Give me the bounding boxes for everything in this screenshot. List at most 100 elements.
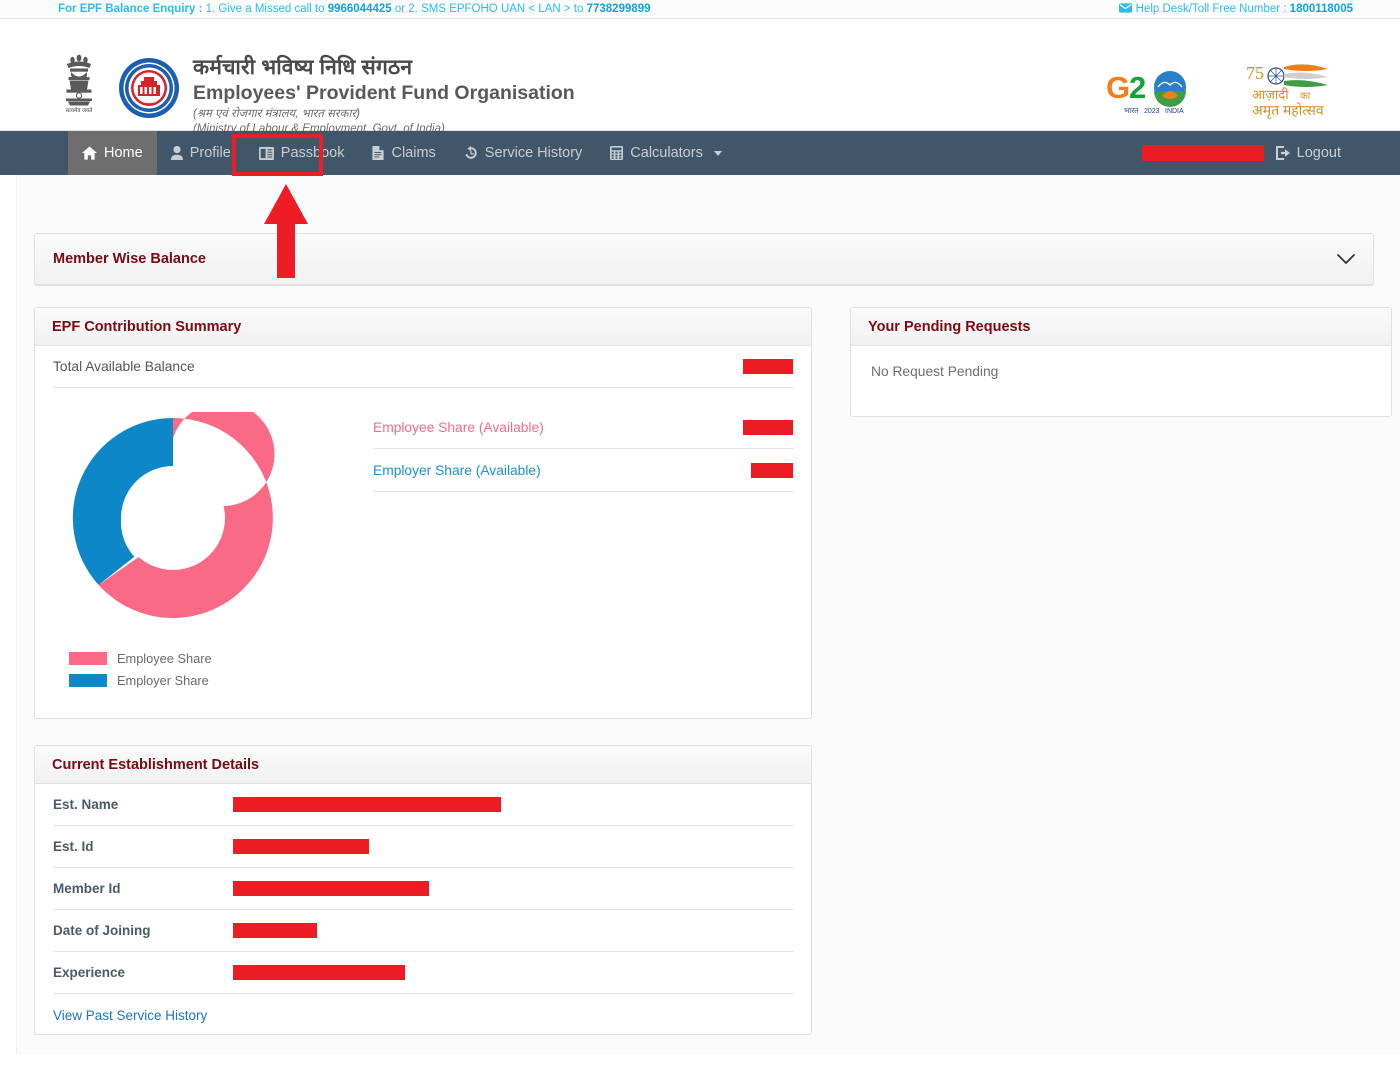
table-row: Member Id: [53, 868, 793, 910]
legend-swatch-employee-share: [69, 652, 107, 665]
employer-share-label: Employer Share (Available): [373, 463, 541, 478]
enquiry-step-1: 1. Give a Missed call to: [206, 3, 328, 15]
establishment-value-member-id-redacted: [233, 881, 429, 896]
nav-item-claims[interactable]: Claims: [358, 131, 449, 175]
svg-text:75: 75: [1246, 63, 1264, 83]
passbook-icon: [259, 147, 274, 160]
history-icon: [464, 146, 478, 160]
table-row: Date of Joining: [53, 910, 793, 952]
donut-hole: [121, 466, 225, 570]
nav-label-passbook: Passbook: [281, 145, 345, 161]
help-desk-number: 1800118005: [1290, 3, 1353, 15]
establishment-header: Current Establishment Details: [35, 746, 811, 784]
establishment-key-est-id: Est. Id: [53, 839, 233, 854]
document-icon: [372, 146, 384, 160]
national-emblem-icon: सत्यमेव जयते: [58, 49, 100, 115]
nav-item-service-history[interactable]: Service History: [450, 131, 597, 175]
establishment-body: Est. Name Est. Id Member Id Date of Join…: [35, 784, 811, 1023]
employer-share-value-redacted: [751, 463, 793, 478]
g20-logo-icon: G 2 भारत 2023 INDIA: [1104, 66, 1196, 118]
table-row: Est. Name: [53, 784, 793, 826]
username-redacted: [1142, 145, 1264, 161]
site-masthead: सत्यमेव जयते भारत: [0, 19, 1400, 131]
org-title-english: Employees' Provident Fund Organisation: [193, 81, 575, 105]
nav-item-home[interactable]: Home: [68, 131, 157, 175]
epf-contribution-summary-panel: EPF Contribution Summary Total Available…: [34, 307, 812, 719]
pending-requests-header: Your Pending Requests: [851, 308, 1391, 346]
nav-right-section: Logout: [1142, 131, 1353, 175]
home-icon: [82, 146, 97, 160]
page-content: Member Wise Balance EPF Contribution Sum…: [16, 175, 1400, 1054]
employee-share-row: Employee Share (Available): [373, 406, 793, 449]
svg-text:INDIA: INDIA: [1165, 108, 1184, 115]
logout-button[interactable]: Logout: [1264, 131, 1353, 175]
nav-item-calculators[interactable]: Calculators: [596, 131, 736, 175]
total-available-balance-row: Total Available Balance: [53, 346, 793, 388]
establishment-key-est-name: Est. Name: [53, 797, 233, 812]
nav-item-profile[interactable]: Profile: [157, 131, 245, 175]
member-wise-balance-header[interactable]: Member Wise Balance: [35, 234, 1373, 285]
enquiry-prefix: For EPF Balance Enquiry :: [58, 3, 206, 15]
svg-text:अमृत महोत्सव: अमृत महोत्सव: [1252, 102, 1324, 119]
top-announcement-bar: For EPF Balance Enquiry : 1. Give a Miss…: [0, 0, 1400, 19]
total-available-balance-value-redacted: [743, 359, 793, 374]
employee-share-value-redacted: [743, 420, 793, 435]
sms-number: 7738299899: [587, 3, 651, 15]
employer-share-row: Employer Share (Available): [373, 449, 793, 492]
logout-label: Logout: [1297, 145, 1341, 161]
current-establishment-details-panel: Current Establishment Details Est. Name …: [34, 745, 812, 1035]
nav-label-profile: Profile: [190, 145, 231, 161]
pending-requests-body: No Request Pending: [851, 346, 1391, 397]
nav-label-home: Home: [104, 145, 143, 161]
establishment-value-est-id-redacted: [233, 839, 369, 854]
donut-chart-container: Employee Share Employer Share: [53, 402, 373, 691]
member-wise-balance-title: Member Wise Balance: [53, 251, 206, 267]
establishment-value-est-name-redacted: [233, 797, 501, 812]
legend-item-employer-share: Employer Share: [69, 669, 373, 691]
pending-requests-panel: Your Pending Requests No Request Pending: [850, 307, 1392, 417]
svg-text:सत्यमेव जयते: सत्यमेव जयते: [66, 107, 94, 114]
user-icon: [171, 146, 183, 160]
chevron-down-icon[interactable]: [1337, 254, 1355, 265]
nav-item-passbook[interactable]: Passbook: [245, 131, 359, 175]
establishment-key-member-id: Member Id: [53, 881, 233, 896]
member-wise-balance-panel[interactable]: Member Wise Balance: [34, 233, 1374, 286]
svg-text:भारत: भारत: [144, 102, 154, 108]
epf-contribution-donut-chart: [67, 412, 279, 624]
epf-summary-body: Total Available Balance Emp: [35, 346, 811, 691]
svg-text:आज़ादी: आज़ादी: [1252, 87, 1289, 102]
legend-label-employee-share: Employee Share: [117, 651, 212, 666]
epf-summary-title: EPF Contribution Summary: [52, 319, 241, 335]
org-subtitle-hindi: (श्रम एवं रोजगार मंत्रालय, भारत सरकार): [193, 107, 575, 122]
svg-text:भारत: भारत: [1124, 106, 1139, 115]
legend-label-employer-share: Employer Share: [117, 673, 209, 688]
mail-icon: [1119, 1, 1132, 19]
help-desk-label: Help Desk/Toll Free Number :: [1136, 3, 1290, 15]
table-row: Experience: [53, 952, 793, 994]
org-title-hindi: कर्मचारी भविष्य निधि संगठन: [193, 55, 575, 81]
establishment-value-date-of-joining-redacted: [233, 923, 317, 938]
svg-text:G: G: [1106, 70, 1130, 105]
pending-requests-title: Your Pending Requests: [868, 319, 1030, 335]
view-past-service-history-link[interactable]: View Past Service History: [53, 994, 793, 1023]
nav-label-service-history: Service History: [485, 145, 583, 161]
table-row: Est. Id: [53, 826, 793, 868]
help-desk-info: Help Desk/Toll Free Number : 1800118005: [1119, 0, 1353, 19]
share-breakdown-list: Employee Share (Available) Employer Shar…: [373, 402, 793, 691]
donut-chart-legend: Employee Share Employer Share: [69, 647, 373, 691]
employee-share-label: Employee Share (Available): [373, 420, 544, 435]
total-available-balance-label: Total Available Balance: [53, 359, 195, 374]
azadi-ka-amrit-mahotsav-logo-icon: 75 आज़ादी का अमृत महोत्सव: [1228, 59, 1350, 121]
epf-summary-header: EPF Contribution Summary: [35, 308, 811, 346]
chevron-down-icon: [714, 151, 722, 156]
main-navigation-bar: Home Profile Passbook Claims Service His: [0, 131, 1400, 175]
svg-text:2023: 2023: [1144, 108, 1160, 115]
svg-text:का: का: [1300, 91, 1311, 102]
nav-label-service-claims: Claims: [391, 145, 435, 161]
calculator-icon: [610, 146, 623, 160]
epfo-logo-icon: भारत: [118, 57, 180, 119]
nav-items-list: Home Profile Passbook Claims Service His: [68, 131, 736, 175]
svg-text:2: 2: [1129, 70, 1146, 105]
epf-balance-enquiry-text: For EPF Balance Enquiry : 1. Give a Miss…: [58, 0, 651, 18]
enquiry-step-2: or 2. SMS EPFOHO UAN < LAN > to: [392, 3, 587, 15]
